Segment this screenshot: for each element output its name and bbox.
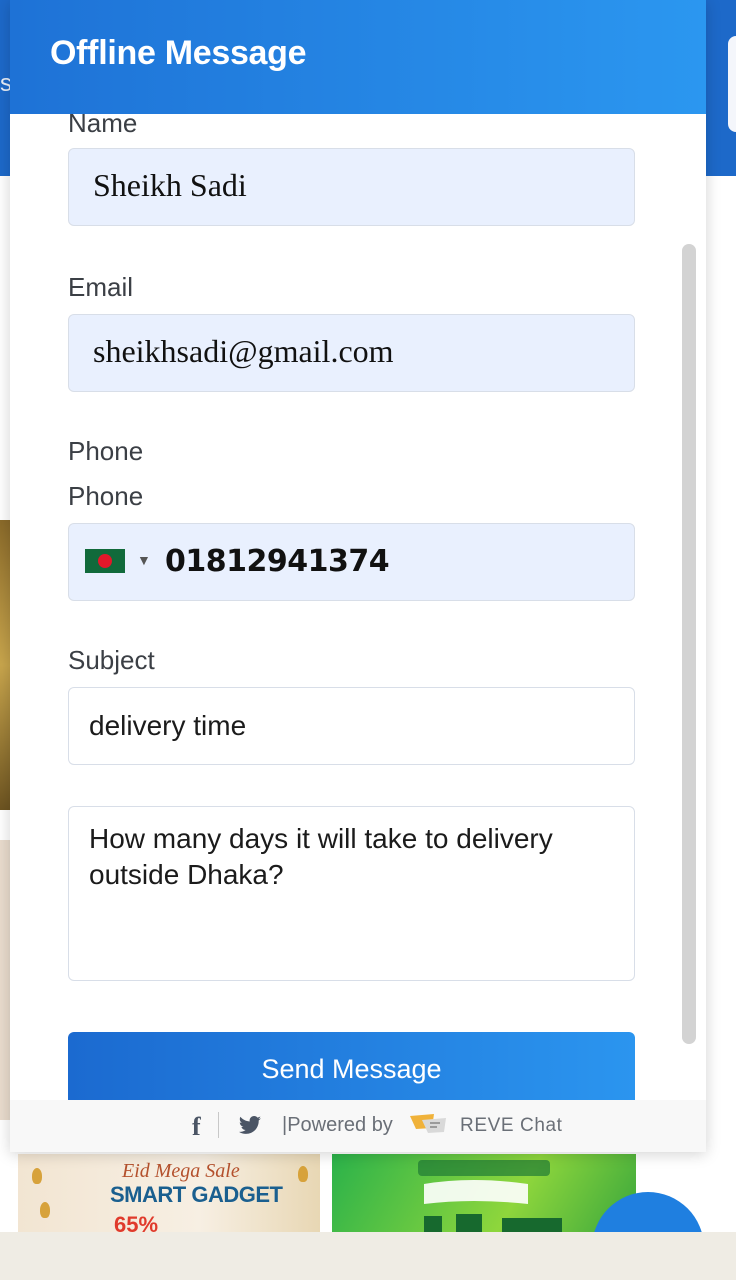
subject-label: Subject bbox=[68, 645, 155, 675]
lantern-icon bbox=[40, 1202, 50, 1218]
flag-circle bbox=[98, 554, 112, 568]
email-field[interactable]: sheikhsadi@gmail.com bbox=[68, 314, 635, 392]
offline-message-widget: Offline Message Name Sheikh Sadi Email s… bbox=[10, 0, 706, 1152]
widget-header: Offline Message bbox=[10, 0, 706, 114]
reve-chat-brand[interactable]: REVE Chat bbox=[460, 1115, 563, 1137]
twitter-icon[interactable] bbox=[238, 1116, 262, 1136]
scrollbar[interactable] bbox=[682, 244, 696, 1044]
lantern-icon bbox=[32, 1168, 42, 1184]
banner-subtitle: Eid Mega Sale bbox=[122, 1160, 240, 1182]
reve-chat-logo-icon bbox=[410, 1114, 446, 1133]
subject-field[interactable]: delivery time bbox=[68, 687, 635, 765]
lantern-icon bbox=[298, 1166, 308, 1182]
email-value: sheikhsadi@gmail.com bbox=[93, 333, 394, 369]
scrollbar-thumb[interactable] bbox=[682, 244, 696, 1044]
message-value: How many days it will take to delivery o… bbox=[89, 823, 553, 890]
widget-title: Offline Message bbox=[50, 34, 307, 72]
footer-divider bbox=[218, 1112, 219, 1138]
name-label: Name bbox=[68, 108, 138, 138]
promo-banner-eid[interactable] bbox=[332, 1154, 636, 1232]
bangladesh-flag-icon[interactable] bbox=[85, 549, 125, 573]
name-field[interactable]: Sheikh Sadi bbox=[68, 148, 635, 226]
widget-footer: f |Powered by REVE Chat bbox=[10, 1100, 706, 1152]
phone-value: 01812941374 bbox=[165, 544, 390, 579]
banner-artwork bbox=[418, 1160, 562, 1232]
phone-heading: Phone bbox=[68, 436, 144, 466]
country-dropdown-caret-icon[interactable]: ▼ bbox=[137, 552, 151, 568]
banner-title: SMART GADGET bbox=[110, 1182, 283, 1207]
background-topbar-button[interactable] bbox=[728, 36, 736, 132]
promo-banner-smart-gadget[interactable]: Eid Mega Sale SMART GADGET 65% bbox=[18, 1154, 320, 1232]
name-value: Sheikh Sadi bbox=[93, 167, 247, 203]
subject-value: delivery time bbox=[89, 710, 247, 741]
email-label: Email bbox=[68, 272, 134, 302]
facebook-icon[interactable]: f bbox=[192, 1112, 201, 1142]
phone-field[interactable]: ▼ 01812941374 bbox=[68, 523, 635, 601]
banner-discount: 65% bbox=[114, 1212, 159, 1232]
phone-label: Phone bbox=[68, 481, 144, 511]
powered-by-label: |Powered by bbox=[282, 1114, 393, 1136]
message-textarea[interactable]: How many days it will take to delivery o… bbox=[68, 806, 635, 981]
